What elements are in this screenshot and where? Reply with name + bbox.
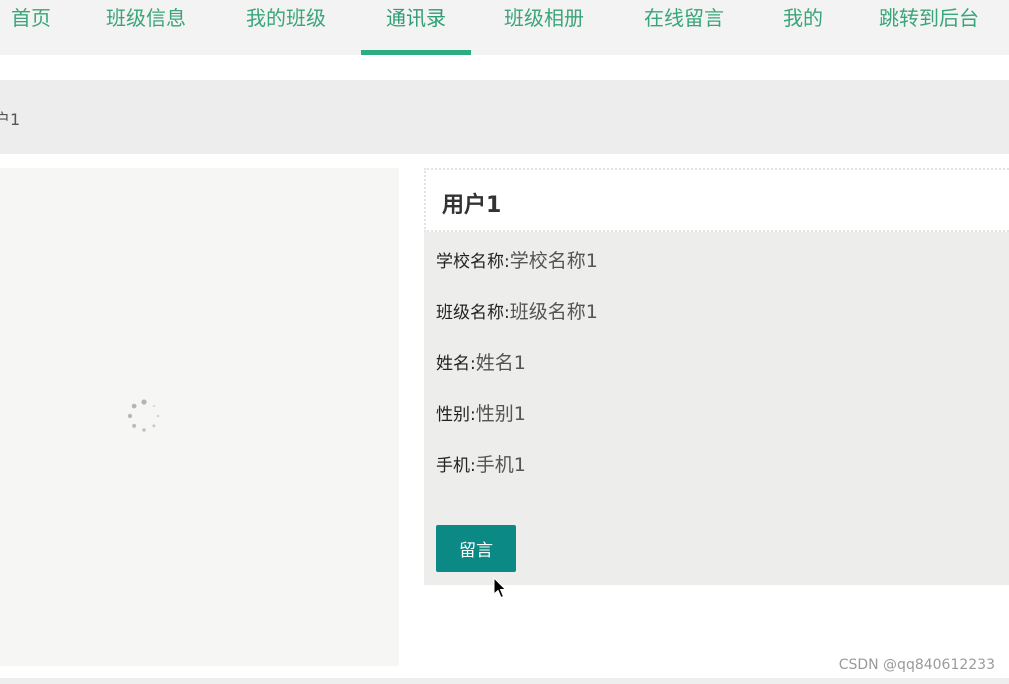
breadcrumb-current: 户1 xyxy=(0,110,21,129)
field-label: 手机: xyxy=(436,456,476,476)
field-value: 姓名1 xyxy=(475,352,526,374)
leave-message-button[interactable]: 留言 xyxy=(436,525,516,572)
field-class-name: 班级名称:班级名称1 xyxy=(436,297,598,324)
field-value: 学校名称1 xyxy=(509,250,598,272)
nav-item-class-info[interactable]: 班级信息 xyxy=(106,0,186,55)
field-label: 性别: xyxy=(436,405,476,425)
contact-detail-header: 用户1 xyxy=(424,168,1009,232)
field-value: 手机1 xyxy=(475,454,526,476)
profile-image-panel xyxy=(0,168,399,666)
field-real-name: 姓名:姓名1 xyxy=(436,348,526,375)
field-label: 姓名: xyxy=(436,354,476,374)
nav-item-online-message[interactable]: 在线留言 xyxy=(644,0,724,55)
mouse-cursor-icon xyxy=(493,577,507,599)
field-value: 班级名称1 xyxy=(509,301,598,323)
contact-name: 用户1 xyxy=(442,193,502,218)
page-bottom-divider xyxy=(0,678,1009,684)
field-label: 学校名称: xyxy=(436,252,510,272)
contact-detail-card: 用户1 学校名称:学校名称1 班级名称:班级名称1 姓名:姓名1 性别:性别1 … xyxy=(424,168,1009,585)
nav-item-my-class[interactable]: 我的班级 xyxy=(246,0,326,55)
nav-item-contacts[interactable]: 通讯录 xyxy=(361,0,471,55)
field-phone: 手机:手机1 xyxy=(436,450,526,477)
field-gender: 性别:性别1 xyxy=(436,399,526,426)
breadcrumb: 户1 xyxy=(0,80,1009,154)
field-school-name: 学校名称:学校名称1 xyxy=(436,246,598,273)
nav-item-class-album[interactable]: 班级相册 xyxy=(504,0,584,55)
nav-item-mine[interactable]: 我的 xyxy=(783,0,823,55)
watermark: CSDN @qq840612233 xyxy=(838,657,995,673)
nav-item-home[interactable]: 首页 xyxy=(11,0,51,55)
nav-item-admin-jump[interactable]: 跳转到后台 xyxy=(879,0,979,55)
top-navbar: 首页 班级信息 我的班级 通讯录 班级相册 在线留言 我的 跳转到后台 xyxy=(0,0,1009,55)
loading-spinner-icon xyxy=(127,399,160,432)
field-value: 性别1 xyxy=(475,403,526,425)
field-label: 班级名称: xyxy=(436,303,510,323)
